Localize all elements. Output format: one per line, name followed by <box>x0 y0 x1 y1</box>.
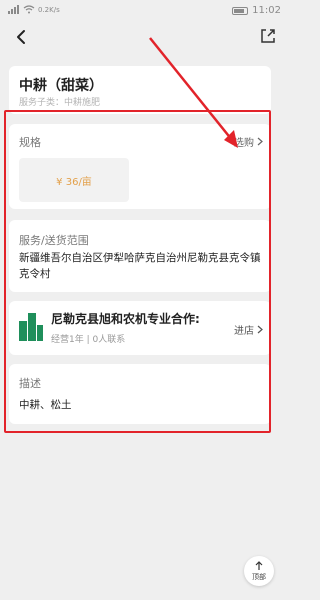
enter-shop-button[interactable]: 进店 <box>234 322 263 337</box>
select-purchase-label: 选购 <box>234 138 254 149</box>
building-logo-icon <box>19 313 43 341</box>
chevron-right-icon <box>257 325 263 334</box>
description-card: 描述 中耕、松土 <box>9 364 271 424</box>
wifi-icon <box>23 5 35 14</box>
shop-meta: 经营1年 | 0人联系 <box>51 335 126 345</box>
product-title: 中耕（甜菜） <box>19 78 103 94</box>
description-label: 描述 <box>19 377 41 390</box>
shop-card[interactable]: 尼勒克县旭和农机专业合作: 经营1年 | 0人联系 进店 <box>9 301 271 355</box>
select-purchase-button[interactable]: 选购 <box>234 134 263 149</box>
description-text: 中耕、松土 <box>19 399 72 411</box>
scroll-to-top-label: 顶部 <box>252 573 266 581</box>
enter-shop-label: 进店 <box>234 326 254 337</box>
price-text: ¥ 36/亩 <box>56 177 92 188</box>
top-nav-bar <box>0 24 289 52</box>
spec-label: 规格 <box>19 136 41 149</box>
chevron-right-icon <box>257 137 263 146</box>
product-header-card: 中耕（甜菜） 服务子类：中耕施肥 <box>9 66 271 114</box>
service-type-text: 服务子类：中耕施肥 <box>19 98 101 108</box>
battery-icon <box>232 6 249 15</box>
back-arrow-icon[interactable] <box>14 29 30 45</box>
sim-signal-icon <box>8 5 19 14</box>
data-speed-text: 0.2K/s <box>38 5 60 14</box>
shop-name: 尼勒克县旭和农机专业合作: <box>51 312 200 326</box>
arrow-up-icon <box>255 561 263 570</box>
spec-option[interactable]: ¥ 36/亩 <box>19 158 129 202</box>
scroll-to-top-button[interactable]: 顶部 <box>244 556 274 586</box>
clock-time: 11:02 <box>252 5 281 16</box>
status-bar: 0.2K/s 11:02 <box>0 0 289 22</box>
service-area-label: 服务/送货范围 <box>19 234 89 247</box>
service-area-card: 服务/送货范围 新疆维吾尔自治区伊犁哈萨克自治州尼勒克县克令镇克令村 <box>9 220 271 292</box>
share-icon[interactable] <box>259 27 277 45</box>
spec-card: 规格 选购 ¥ 36/亩 <box>9 124 271 209</box>
service-area-text: 新疆维吾尔自治区伊犁哈萨克自治州尼勒克县克令镇克令村 <box>19 252 261 280</box>
